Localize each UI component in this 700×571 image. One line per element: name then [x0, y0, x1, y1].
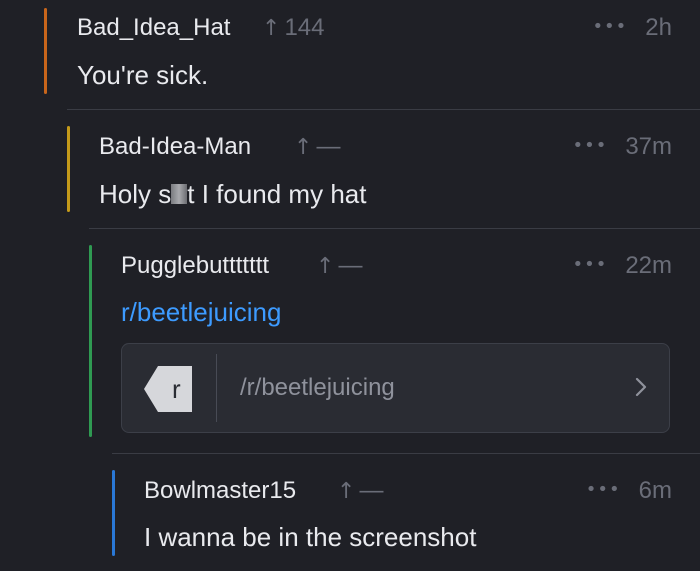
vote-4[interactable]: ↑ —	[337, 477, 383, 505]
comment-text-2: Holy s t I found my hat	[99, 179, 366, 210]
subreddit-icon: r	[144, 366, 192, 412]
comment-text-1: You're sick.	[77, 60, 209, 90]
separator-1	[67, 109, 700, 110]
subreddit-link[interactable]: r/beetlejuicing	[121, 297, 281, 328]
thread-line-4[interactable]	[112, 470, 115, 556]
more-dots-icon[interactable]: •••	[586, 479, 621, 500]
vote-count-1: 144	[284, 14, 325, 41]
up-arrow-icon[interactable]: ↑	[316, 254, 334, 279]
username-1[interactable]: Bad_Idea_Hat	[77, 14, 230, 42]
link-preview-card[interactable]: r /r/beetlejuicing	[121, 343, 670, 433]
meta-4: ••• 6m	[586, 477, 672, 505]
more-dots-icon[interactable]: •••	[572, 254, 607, 275]
up-arrow-icon[interactable]: ↑	[294, 135, 312, 160]
censor-block	[171, 184, 188, 204]
username-4[interactable]: Bowlmaster15	[144, 477, 296, 505]
up-arrow-icon[interactable]: ↑	[337, 479, 355, 504]
vote-count-4: —	[359, 477, 384, 504]
username-3[interactable]: Pugglebuttttttt	[121, 252, 269, 280]
separator-2	[89, 228, 700, 229]
card-divider	[216, 354, 217, 422]
vote-3[interactable]: ↑ —	[316, 252, 362, 280]
thread-line-1[interactable]	[44, 8, 47, 94]
timestamp-1: 2h	[645, 14, 672, 41]
vote-1[interactable]: ↑ 144	[262, 14, 324, 42]
timestamp-2: 37m	[625, 133, 672, 160]
username-2[interactable]: Bad-Idea-Man	[99, 133, 251, 161]
thread-line-2[interactable]	[67, 126, 70, 212]
thread-line-3[interactable]	[89, 245, 92, 437]
meta-3: ••• 22m	[572, 252, 672, 280]
vote-count-3: —	[338, 252, 363, 279]
comment-text-2-after: t I found my hat	[187, 179, 367, 209]
subreddit-icon-letter: r	[172, 374, 181, 404]
meta-1: ••• 2h	[592, 14, 672, 42]
link-preview-url: /r/beetlejuicing	[240, 374, 395, 401]
timestamp-4: 6m	[638, 477, 672, 504]
separator-3	[112, 453, 700, 454]
vote-count-2: —	[316, 133, 341, 160]
meta-2: ••• 37m	[572, 133, 672, 161]
chevron-right-icon[interactable]	[635, 377, 647, 397]
up-arrow-icon[interactable]: ↑	[262, 16, 280, 41]
comment-text-4: I wanna be in the screenshot	[144, 522, 477, 552]
timestamp-3: 22m	[625, 252, 672, 279]
comment-text-2-before: Holy s	[99, 179, 172, 209]
more-dots-icon[interactable]: •••	[592, 16, 627, 37]
vote-2[interactable]: ↑ —	[294, 133, 340, 161]
more-dots-icon[interactable]: •••	[572, 135, 607, 156]
